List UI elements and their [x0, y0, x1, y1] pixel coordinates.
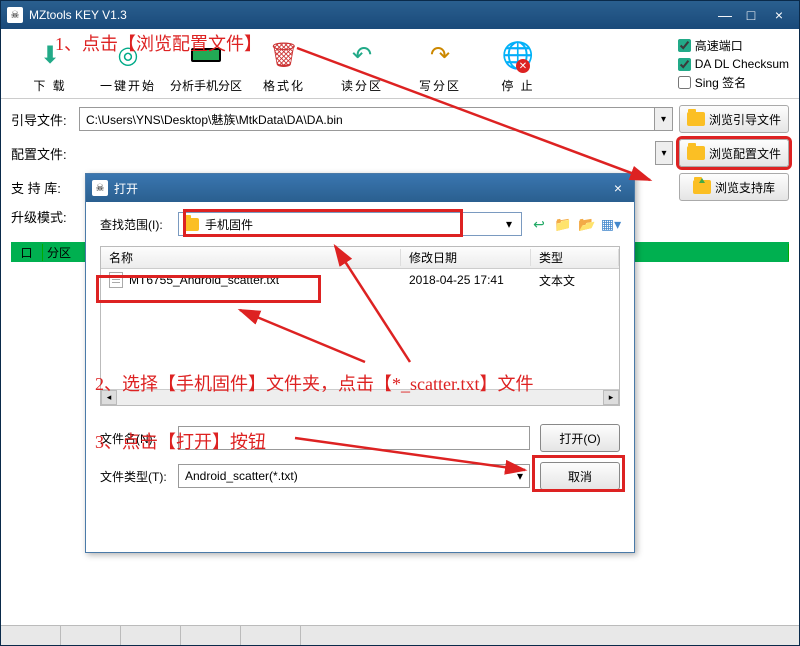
sing-check[interactable]: Sing 签名 [678, 74, 789, 91]
file-row[interactable]: MT6755_Android_scatter.txt 2018-04-25 17… [101, 269, 619, 291]
write-icon: ↷ [422, 37, 458, 73]
boot-label: 引导文件: [11, 110, 79, 129]
close-button[interactable]: × [765, 6, 793, 24]
file-list-header: 名称 修改日期 类型 [101, 247, 619, 269]
checksum-check[interactable]: DA DL Checksum [678, 57, 789, 71]
highspeed-check[interactable]: 高速端口 [678, 37, 789, 54]
browse-support-button[interactable]: 浏览支持库 [679, 173, 789, 201]
file-name: MT6755_Android_scatter.txt [129, 273, 279, 287]
cfg-label: 配置文件: [11, 144, 79, 163]
folder-icon [687, 112, 705, 126]
col-type[interactable]: 类型 [531, 249, 619, 266]
views-icon[interactable]: ▦▾ [602, 215, 620, 233]
window-title: MZtools KEY V1.3 [29, 8, 127, 22]
boot-file-row: 引导文件: ▾ 浏览引导文件 [11, 105, 789, 133]
toolbar: ⬇ 下 载 ◎ 一键开始 分析手机分区 🗑 格式化 ↶ 读分区 ↷ 写分区 🌐 … [1, 29, 799, 99]
format-button[interactable]: 🗑 格式化 [245, 37, 323, 94]
download-button[interactable]: ⬇ 下 载 [11, 37, 89, 94]
side-checks: 高速端口 DA DL Checksum Sing 签名 [668, 37, 789, 94]
stop-button[interactable]: 🌐 ✕ 停 止 [479, 37, 557, 94]
col-name[interactable]: 名称 [101, 249, 401, 266]
folder-icon [687, 146, 705, 160]
read-button[interactable]: ↶ 读分区 [323, 37, 401, 94]
lookin-combo[interactable]: 手机固件 ▾ [178, 212, 522, 236]
file-date: 2018-04-25 17:41 [409, 273, 539, 287]
filename-row: 文件名(N): 打开(O) [100, 424, 620, 452]
new-folder-icon[interactable]: 📂 [578, 215, 596, 233]
download-icon: ⬇ [32, 37, 68, 73]
read-icon: ↶ [344, 37, 380, 73]
maximize-button[interactable]: □ [739, 6, 763, 24]
format-icon: 🗑 [266, 37, 302, 73]
boot-file-input[interactable] [79, 107, 655, 131]
file-list[interactable]: 名称 修改日期 类型 MT6755_Android_scatter.txt 20… [100, 246, 620, 406]
minimize-button[interactable]: — [713, 6, 737, 24]
filename-label: 文件名(N): [100, 430, 178, 447]
back-icon[interactable]: ↩ [530, 215, 548, 233]
lookin-row: 查找范围(I): 手机固件 ▾ ↩ 📁 📂 ▦▾ [100, 212, 620, 236]
browse-cfg-button[interactable]: 浏览配置文件 [679, 139, 789, 167]
stop-icon: 🌐 ✕ [500, 37, 536, 73]
titlebar: ☠ MZtools KEY V1.3 — □ × [1, 1, 799, 29]
document-icon [109, 272, 123, 288]
app-icon: ☠ [7, 7, 23, 23]
ram-icon [188, 37, 224, 73]
dialog-titlebar: ☠ 打开 × [86, 174, 634, 202]
dialog-nav-icons: ↩ 📁 📂 ▦▾ [530, 215, 620, 233]
onekey-button[interactable]: ◎ 一键开始 [89, 37, 167, 94]
write-button[interactable]: ↷ 写分区 [401, 37, 479, 94]
browse-boot-button[interactable]: 浏览引导文件 [679, 105, 789, 133]
mode-label: 升级模式: [11, 207, 79, 226]
folder-up-icon [693, 180, 711, 194]
folder-icon [183, 218, 199, 231]
file-type: 文本文 [539, 272, 611, 289]
lookin-value: 手机固件 [205, 216, 253, 233]
support-label: 支 持 库: [11, 178, 79, 197]
statusbar [1, 625, 799, 645]
grid-col-checkbox: 口 [11, 244, 43, 261]
filename-input[interactable] [178, 426, 530, 450]
lookin-dropdown[interactable]: ▾ [501, 217, 517, 231]
lookin-label: 查找范围(I): [100, 216, 178, 233]
open-button[interactable]: 打开(O) [540, 424, 620, 452]
open-dialog: ☠ 打开 × 查找范围(I): 手机固件 ▾ ↩ 📁 📂 ▦▾ 名称 修改日期 … [85, 173, 635, 553]
cancel-button[interactable]: 取消 [540, 462, 620, 490]
col-date[interactable]: 修改日期 [401, 249, 531, 266]
boot-dropdown[interactable]: ▾ [655, 107, 673, 131]
dialog-title: 打开 [114, 180, 138, 197]
dialog-close-button[interactable]: × [608, 179, 628, 197]
filetype-row: 文件类型(T): Android_scatter(*.txt)▾ 取消 [100, 462, 620, 490]
analyze-button[interactable]: 分析手机分区 [167, 37, 245, 94]
horizontal-scrollbar[interactable]: ◂▸ [101, 389, 619, 405]
cfg-dropdown[interactable]: ▾ [655, 141, 673, 165]
cfg-file-row: 配置文件: ▾ 浏览配置文件 [11, 139, 789, 167]
onekey-icon: ◎ [110, 37, 146, 73]
filetype-combo[interactable]: Android_scatter(*.txt)▾ [178, 464, 530, 488]
filetype-label: 文件类型(T): [100, 468, 178, 485]
dialog-icon: ☠ [92, 180, 108, 196]
up-folder-icon[interactable]: 📁 [554, 215, 572, 233]
